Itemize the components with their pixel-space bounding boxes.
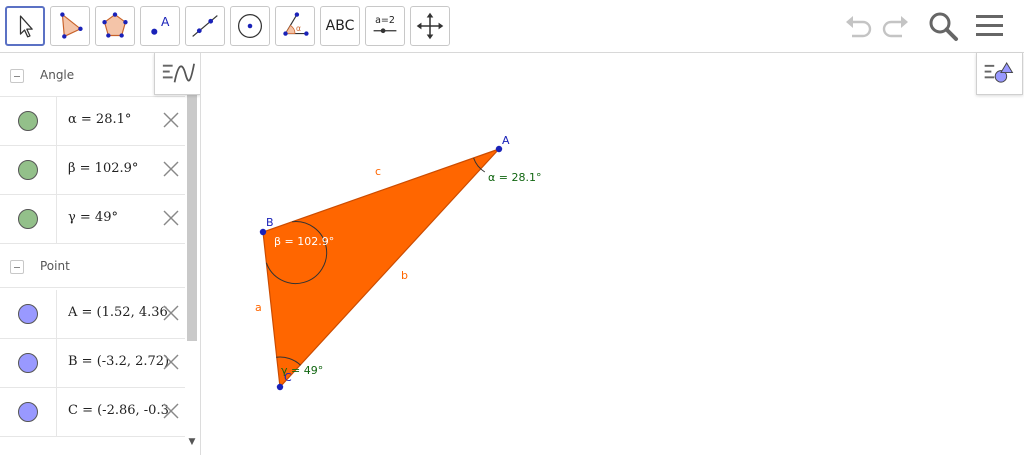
- close-icon: [163, 210, 179, 226]
- segment-a-label: a: [255, 301, 262, 314]
- algebra-item-beta[interactable]: β = 102.9°: [0, 146, 185, 195]
- visibility-toggle[interactable]: [18, 402, 38, 422]
- collapse-point-icon[interactable]: [10, 260, 24, 274]
- toolbar: A α ABC a=2: [0, 0, 1024, 53]
- algebra-style-bar-button[interactable]: [154, 53, 200, 95]
- algebra-item-point-a[interactable]: A = (1.52, 4.36): [0, 290, 185, 339]
- move-graphics-tool[interactable]: [410, 6, 450, 46]
- algebra-style-icon: [162, 63, 195, 83]
- segment-c-label: c: [375, 165, 381, 178]
- graphics-style-bar-button[interactable]: [976, 53, 1023, 95]
- close-icon: [163, 354, 179, 370]
- geogebra-app: A α ABC a=2 Angle α = 28.1° β = 102.9° γ…: [0, 0, 1024, 455]
- collapse-angle-icon[interactable]: [10, 69, 24, 83]
- angle-icon: α: [283, 12, 309, 36]
- angle-alpha-label: α = 28.1°: [488, 171, 541, 184]
- visibility-toggle[interactable]: [18, 304, 38, 324]
- angle-beta-label: β = 102.9°: [274, 235, 334, 248]
- polygon-tool[interactable]: [50, 6, 90, 46]
- visibility-toggle[interactable]: [18, 160, 38, 180]
- algebra-item-point-c[interactable]: C = (-2.86, -0.38): [0, 388, 185, 437]
- algebra-item-gamma[interactable]: γ = 49°: [0, 195, 185, 244]
- angle-gamma-label: γ = 49°: [281, 364, 323, 377]
- point-tool-label: A: [161, 15, 170, 29]
- close-icon: [163, 161, 179, 177]
- close-icon: [163, 403, 179, 419]
- visibility-toggle[interactable]: [18, 209, 38, 229]
- visibility-toggle[interactable]: [18, 111, 38, 131]
- group-name: Point: [40, 259, 70, 273]
- slider-icon: a=2: [373, 15, 397, 34]
- graphics-style-icon: [984, 62, 1014, 83]
- delete-button[interactable]: [160, 400, 182, 422]
- scroll-down-arrow-icon[interactable]: ▼: [186, 437, 198, 451]
- point-c[interactable]: [276, 383, 284, 391]
- redo-button[interactable]: [878, 10, 912, 42]
- slider-tool[interactable]: a=2: [365, 6, 405, 46]
- cursor-icon: [19, 15, 33, 38]
- regular-polygon-tool[interactable]: [95, 6, 135, 46]
- algebra-scrollbar[interactable]: [187, 95, 197, 341]
- close-icon: [163, 112, 179, 128]
- point-a-label: A: [502, 134, 510, 147]
- algebra-expression[interactable]: A = (1.52, 4.36): [68, 305, 168, 320]
- point-tool[interactable]: A: [140, 6, 180, 46]
- text-tool[interactable]: ABC: [320, 6, 360, 46]
- algebra-item-alpha[interactable]: α = 28.1°: [0, 97, 185, 146]
- algebra-expression[interactable]: β = 102.9°: [68, 161, 168, 176]
- search-button[interactable]: [926, 10, 960, 42]
- segment-b-label: b: [401, 269, 408, 282]
- delete-button[interactable]: [160, 158, 182, 180]
- point-b[interactable]: [259, 228, 267, 236]
- point-icon: A: [151, 15, 170, 35]
- algebra-item-point-b[interactable]: B = (-3.2, 2.72): [0, 339, 185, 388]
- undo-icon: [846, 16, 872, 38]
- undo-button[interactable]: [842, 10, 876, 42]
- slider-tool-label: a=2: [375, 15, 395, 26]
- line-tool[interactable]: [185, 6, 225, 46]
- circle-icon: [237, 13, 263, 39]
- point-b-label: B: [266, 216, 274, 229]
- search-icon: [929, 12, 958, 41]
- algebra-expression[interactable]: B = (-3.2, 2.72): [68, 354, 168, 369]
- algebra-expression[interactable]: α = 28.1°: [68, 112, 168, 127]
- redo-icon: [882, 16, 908, 38]
- pentagon-icon: [102, 12, 128, 38]
- algebra-expression[interactable]: γ = 49°: [68, 210, 168, 225]
- group-header-point[interactable]: Point: [0, 244, 185, 288]
- angle-tool-label: α: [296, 24, 301, 33]
- move-tool[interactable]: [5, 6, 45, 46]
- delete-button[interactable]: [160, 207, 182, 229]
- move-arrows-icon: [416, 12, 444, 40]
- algebra-expression[interactable]: C = (-2.86, -0.38): [68, 403, 168, 418]
- angle-tool[interactable]: α: [275, 6, 315, 46]
- main-menu-button[interactable]: [973, 10, 1007, 42]
- menu-icon: [976, 15, 1003, 36]
- visibility-toggle[interactable]: [18, 353, 38, 373]
- line-icon: [192, 15, 218, 37]
- text-tool-label: ABC: [325, 18, 355, 34]
- delete-button[interactable]: [160, 302, 182, 324]
- algebra-view: Angle α = 28.1° β = 102.9° γ = 49° Point…: [0, 53, 201, 455]
- group-name: Angle: [40, 68, 75, 82]
- delete-button[interactable]: [160, 109, 182, 131]
- triangle-icon: [60, 12, 83, 39]
- circle-tool[interactable]: [230, 6, 270, 46]
- delete-button[interactable]: [160, 351, 182, 373]
- close-icon: [163, 305, 179, 321]
